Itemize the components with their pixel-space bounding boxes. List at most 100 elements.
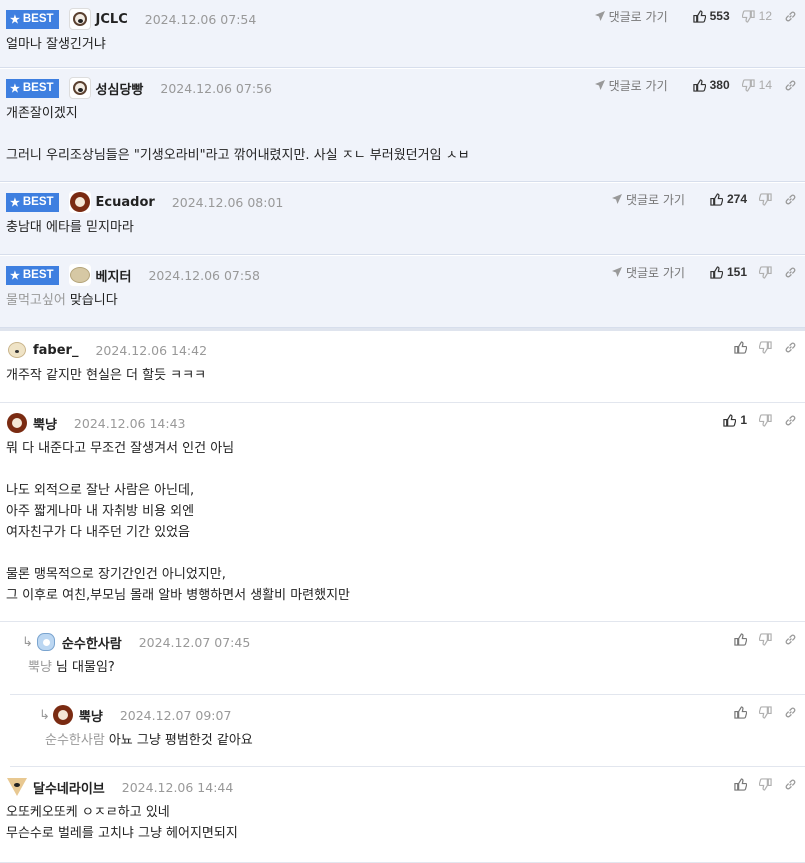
- blue-avatar[interactable]: [34, 631, 57, 653]
- share-link-button[interactable]: [784, 79, 797, 92]
- upvote-button[interactable]: 274: [710, 192, 747, 206]
- nickname[interactable]: 뿍냥: [79, 706, 103, 725]
- nickname[interactable]: 순수한사람: [62, 633, 122, 652]
- mention-link[interactable]: 뿍냥: [28, 660, 52, 675]
- comment-line: 뭐 다 내준다고 무조건 잘생겨서 인건 아님: [6, 441, 235, 456]
- downvote-button[interactable]: [759, 265, 772, 279]
- comment-line: 나도 외적으로 잘난 사람은 아닌데,: [6, 483, 195, 498]
- downvote-button[interactable]: 12: [741, 9, 772, 23]
- comment-line: 그러니 우리조상님들은 "기생오라비"라고 깎어내렸지만. 사실 ㅈㄴ 부러웠던…: [6, 148, 470, 163]
- thumbs-down-icon: [741, 78, 755, 92]
- best-badge: ★ BEST: [6, 265, 59, 285]
- best-comment: ★ BEST 성심당빵 2024.12.06 07:56 댓글로 가기 380 14 개존잘이…: [0, 69, 805, 182]
- comment-line: [6, 543, 350, 564]
- dog-avatar[interactable]: [68, 77, 91, 99]
- goto-comment-link[interactable]: 댓글로 가기: [611, 264, 685, 281]
- thumbs-down-icon: [759, 413, 772, 427]
- nickname[interactable]: JCLC: [96, 12, 128, 27]
- link-icon: [785, 267, 796, 277]
- comment-date: 2024.12.06 07:58: [148, 267, 261, 283]
- comment-date: 2024.12.06 08:01: [171, 194, 284, 210]
- comment-line: 충남대 에타를 믿지마라: [6, 220, 134, 235]
- upvote-button[interactable]: [734, 705, 747, 719]
- goto-comment-link[interactable]: 댓글로 가기: [594, 77, 668, 94]
- best-label: BEST: [22, 269, 54, 281]
- chihuahua-avatar[interactable]: [6, 776, 28, 798]
- goto-label: 댓글로 가기: [608, 78, 668, 93]
- link-icon: [785, 707, 796, 717]
- lion-avatar[interactable]: [6, 412, 28, 434]
- comment-line: 개주작 같지만 현실은 더 할듯 ㅋㅋㅋ: [6, 368, 207, 383]
- mention-suffix: 님: [55, 660, 68, 675]
- goto-comment-link[interactable]: 댓글로 가기: [611, 191, 685, 208]
- nickname[interactable]: 뿍냥: [33, 414, 57, 433]
- reply-arrow-icon: ↳: [39, 707, 50, 723]
- potato-avatar[interactable]: [68, 264, 91, 286]
- nickname[interactable]: 달수네라이브: [33, 778, 105, 797]
- comment-date: 2024.12.06 07:56: [160, 80, 272, 96]
- share-link-button[interactable]: [784, 341, 797, 354]
- downvote-button[interactable]: [759, 632, 772, 646]
- comment-body: 뿍냥 님 대물임?: [28, 657, 115, 678]
- share-link-button[interactable]: [784, 706, 797, 719]
- send-icon: [611, 267, 622, 277]
- star-icon: ★: [10, 82, 20, 95]
- upvote-button[interactable]: [734, 340, 747, 354]
- best-label: BEST: [22, 196, 54, 208]
- upvote-button[interactable]: [734, 777, 747, 791]
- share-link-button[interactable]: [784, 633, 797, 646]
- comment-line: 아주 짧게나마 내 자취방 비용 외엔: [6, 504, 195, 519]
- reply-comment: ↳ 뿍냥 2024.12.07 09:07 순수한사람 아뇨 그냥 평범한것 같아요: [10, 696, 805, 767]
- puppy-avatar[interactable]: [6, 339, 28, 361]
- upvote-button[interactable]: [734, 632, 747, 646]
- upvote-button[interactable]: 380: [692, 78, 730, 92]
- downvote-button[interactable]: [759, 340, 772, 354]
- comment-line: 오또케오또케 ㅇㅈㄹ하고 있네: [6, 805, 170, 820]
- link-icon: [785, 634, 796, 644]
- send-icon: [611, 194, 622, 204]
- star-icon: ★: [10, 13, 20, 26]
- comment-date: 2024.12.06 14:44: [121, 779, 234, 795]
- comment-date: 2024.12.06 07:54: [144, 11, 257, 27]
- comment-line: 여자친구가 다 내주던 기간 있었음: [6, 525, 190, 540]
- reply-arrow-icon: ↳: [22, 634, 33, 650]
- upvote-button[interactable]: 1: [723, 413, 747, 427]
- share-link-button[interactable]: [784, 414, 797, 427]
- comment-body: 순수한사람 아뇨 그냥 평범한것 같아요: [45, 730, 253, 751]
- share-link-button[interactable]: [784, 193, 797, 206]
- link-icon: [785, 80, 796, 90]
- share-link-button[interactable]: [784, 10, 797, 23]
- nickname[interactable]: faber_: [33, 343, 78, 358]
- downvote-button[interactable]: [759, 777, 772, 791]
- goto-label: 댓글로 가기: [608, 9, 668, 24]
- lion-avatar[interactable]: [68, 191, 91, 213]
- comment-line: 순수한사람 아뇨 그냥 평범한것 같아요: [45, 733, 253, 748]
- dog-avatar[interactable]: [68, 8, 91, 30]
- upvote-button[interactable]: 553: [692, 9, 730, 23]
- mention-link[interactable]: 물먹고싶어: [6, 293, 66, 308]
- mention-link[interactable]: 순수한사람: [45, 733, 105, 748]
- comment-line: 물먹고싶어 맞습니다: [6, 293, 118, 308]
- thumbs-down-icon: [741, 9, 755, 23]
- downvote-button[interactable]: [759, 705, 772, 719]
- upvote-count: 1: [740, 413, 747, 427]
- downvote-button[interactable]: [759, 413, 772, 427]
- nickname[interactable]: 베지터: [96, 266, 132, 285]
- downvote-count: 12: [758, 9, 772, 23]
- link-icon: [785, 11, 796, 21]
- share-link-button[interactable]: [784, 778, 797, 791]
- downvote-button[interactable]: [759, 192, 772, 206]
- goto-comment-link[interactable]: 댓글로 가기: [594, 8, 668, 25]
- upvote-count: 380: [709, 78, 730, 92]
- lion-avatar[interactable]: [51, 704, 74, 726]
- upvote-button[interactable]: 151: [710, 265, 747, 279]
- star-icon: ★: [10, 196, 20, 209]
- nickname[interactable]: Ecuador: [96, 195, 155, 210]
- nickname[interactable]: 성심당빵: [96, 79, 144, 98]
- comment: 달수네라이브 2024.12.06 14:44 오또케오또케 ㅇㅈㄹ하고 있네 무슨수…: [0, 768, 805, 863]
- share-link-button[interactable]: [784, 266, 797, 279]
- downvote-button[interactable]: 14: [741, 78, 772, 92]
- goto-label: 댓글로 가기: [625, 192, 685, 207]
- thumbs-down-icon: [759, 340, 772, 354]
- comment-body: 충남대 에타를 믿지마라: [6, 217, 134, 238]
